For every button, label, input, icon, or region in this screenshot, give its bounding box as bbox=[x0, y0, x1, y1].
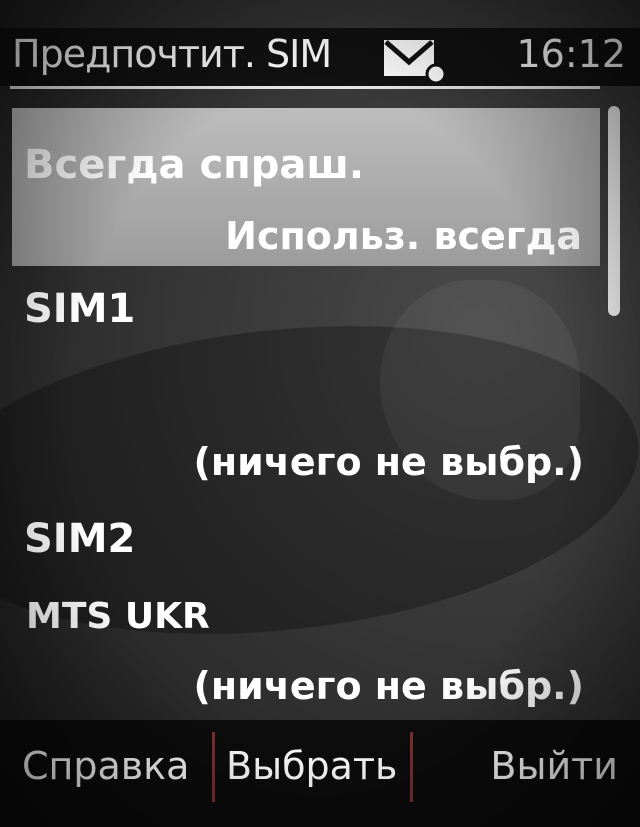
help-softkey[interactable]: Справка bbox=[22, 744, 189, 788]
list-item-subtitle: (ничего не выбр.) bbox=[193, 664, 584, 708]
select-softkey[interactable]: Выбрать bbox=[226, 744, 397, 788]
softkey-divider bbox=[410, 732, 413, 802]
softkey-divider bbox=[212, 732, 215, 802]
list-item-subtitle: Использ. всегда bbox=[225, 214, 582, 258]
screen-title: Предпочтит. SIM bbox=[12, 32, 332, 76]
status-bar: Предпочтит. SIM 16:12 bbox=[0, 28, 640, 86]
scrollbar[interactable] bbox=[600, 100, 626, 710]
clock: 16:12 bbox=[516, 32, 626, 76]
operator-name: MTS UKR bbox=[26, 596, 210, 637]
phone-screen: Предпочтит. SIM 16:12 Всегда спраш. Испо… bbox=[0, 0, 640, 827]
envelope-icon bbox=[382, 36, 447, 85]
status-divider bbox=[10, 86, 600, 89]
list-item-sim2[interactable]: SIM2 MTS UKR (ничего не выбр.) bbox=[12, 508, 600, 718]
list-item-title: Всегда спраш. bbox=[24, 142, 365, 188]
softkey-bar: Справка Выбрать Выйти bbox=[0, 720, 640, 827]
list-item-always-ask[interactable]: Всегда спраш. Использ. всегда bbox=[12, 108, 600, 266]
list-item-title: SIM2 bbox=[24, 516, 136, 562]
list-item-sim1[interactable]: SIM1 (ничего не выбр.) bbox=[12, 282, 600, 502]
scrollbar-thumb[interactable] bbox=[608, 106, 620, 316]
exit-softkey[interactable]: Выйти bbox=[490, 744, 618, 788]
list-item-subtitle: (ничего не выбр.) bbox=[193, 440, 584, 484]
list-item-title: SIM1 bbox=[24, 286, 136, 332]
